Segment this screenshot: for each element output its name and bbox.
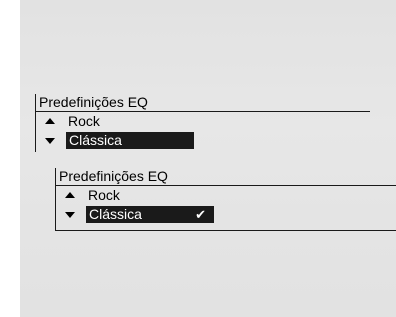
eq-presets-menu: Predefinições EQ Rock Clássica [35, 94, 370, 152]
display-screen [20, 0, 396, 317]
menu-border-bottom [55, 230, 396, 231]
menu-title: Predefinições EQ [55, 168, 396, 186]
menu-item-label: Clássica [69, 132, 122, 148]
menu-title: Predefinições EQ [35, 94, 370, 112]
selected-item-highlight[interactable]: Clássica ✔ [86, 206, 214, 223]
down-arrow-icon[interactable] [65, 212, 75, 218]
up-arrow-icon[interactable] [65, 192, 75, 198]
menu-item-classica[interactable]: Clássica ✔ [55, 205, 396, 224]
menu-item-rock[interactable]: Rock [55, 186, 396, 205]
selected-item-highlight[interactable]: Clássica [66, 132, 194, 149]
menu-item-label: Rock [88, 187, 120, 203]
menu-item-rock[interactable]: Rock [35, 112, 370, 131]
eq-presets-menu-confirm: Predefinições EQ Rock Clássica ✔ [55, 168, 396, 231]
menu-item-label: Clássica [89, 206, 142, 222]
down-arrow-icon[interactable] [45, 138, 55, 144]
up-arrow-icon[interactable] [45, 118, 55, 124]
menu-item-label: Rock [68, 113, 100, 129]
check-icon: ✔ [195, 207, 206, 222]
menu-item-classica[interactable]: Clássica [35, 131, 370, 150]
